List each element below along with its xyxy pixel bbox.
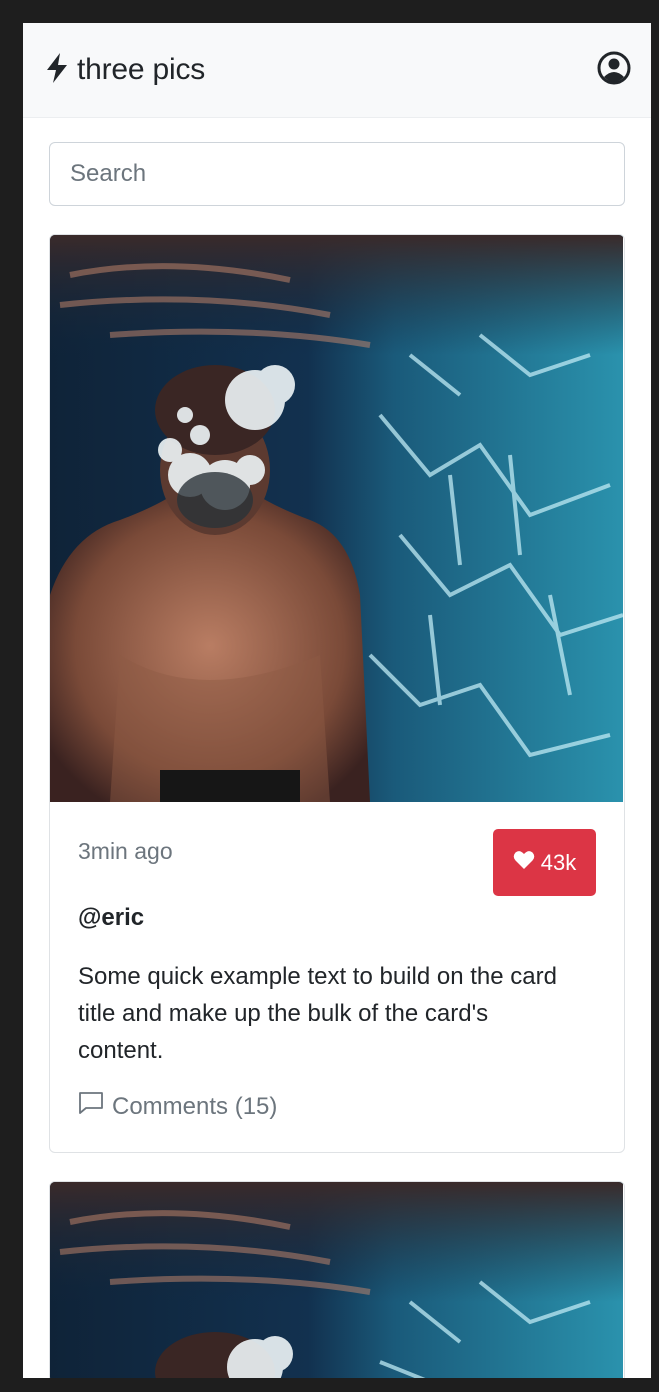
post-meta-row: 3min ago 43k bbox=[78, 829, 596, 896]
post-card: 3min ago 43k @eric Some quick example te… bbox=[49, 234, 625, 1153]
person-circle-icon bbox=[597, 51, 631, 90]
like-button[interactable]: 43k bbox=[493, 829, 596, 896]
brand[interactable]: three pics bbox=[46, 52, 206, 88]
search-container bbox=[23, 118, 651, 206]
post-timestamp: 3min ago bbox=[78, 838, 173, 864]
chat-bubble-icon bbox=[78, 1091, 104, 1122]
post-text: Some quick example text to build on the … bbox=[78, 963, 557, 1064]
app-screen: three pics Search 3min ago 43k @eric Som… bbox=[23, 23, 651, 1378]
comments-label: Comments (15) bbox=[112, 1092, 278, 1120]
device-frame: three pics Search 3min ago 43k @eric Som… bbox=[0, 0, 659, 1392]
post-card-body: 3min ago 43k @eric Some quick example te… bbox=[50, 802, 624, 1152]
heart-icon bbox=[513, 850, 535, 876]
post-card bbox=[49, 1181, 625, 1378]
search-input[interactable] bbox=[49, 142, 625, 206]
like-count: 43k bbox=[540, 849, 577, 875]
post-username[interactable]: @eric bbox=[78, 904, 596, 932]
navbar: three pics bbox=[23, 23, 651, 118]
profile-button[interactable] bbox=[596, 51, 632, 90]
lightning-bolt-icon bbox=[46, 52, 68, 88]
post-photo[interactable] bbox=[50, 235, 623, 802]
comments-link[interactable]: Comments (15) bbox=[78, 1091, 596, 1122]
post-photo[interactable] bbox=[50, 1182, 623, 1378]
brand-name: three pics bbox=[77, 53, 206, 86]
